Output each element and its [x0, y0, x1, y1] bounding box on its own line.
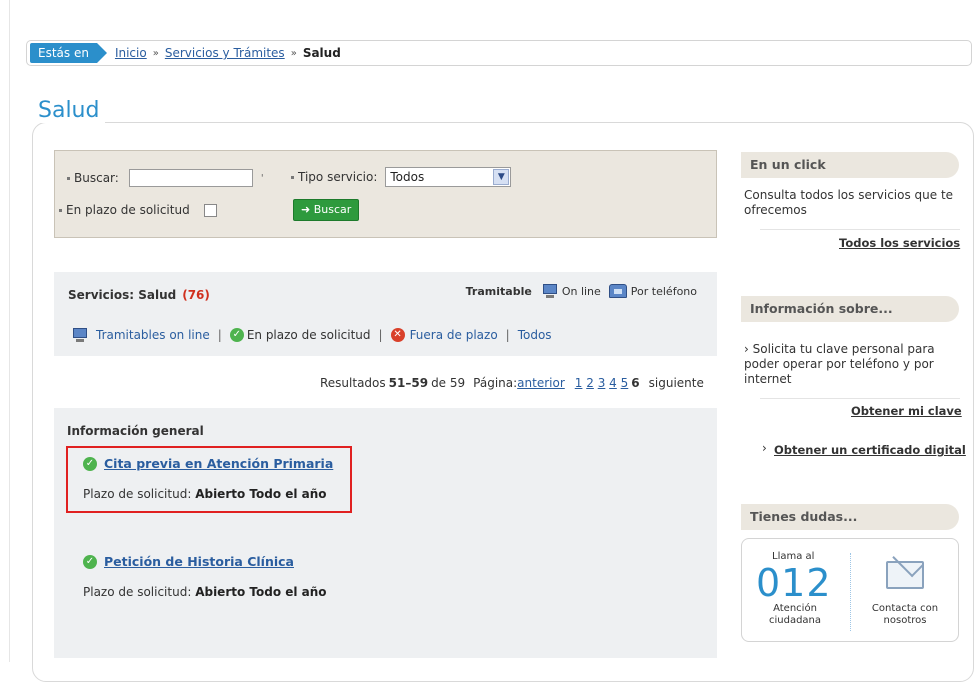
buscar-button[interactable]: ➜ Buscar [293, 199, 360, 221]
breadcrumb-inicio[interactable]: Inicio [115, 46, 147, 60]
contacta-text[interactable]: Contacta con nosotros [866, 603, 944, 627]
breadcrumb-servicios[interactable]: Servicios y Trámites [165, 46, 285, 60]
filter-links: Tramitables on line | ✓ En plazo de soli… [68, 328, 552, 342]
tramitable-label: Tramitable [465, 284, 532, 298]
telefono-label: Por teléfono [630, 284, 697, 298]
service-link[interactable]: Cita previa en Atención Primaria [104, 456, 333, 471]
divider: | [217, 328, 222, 342]
filter-todos-link[interactable]: Todos [518, 328, 552, 342]
results-pagination: Resultados 51–59 de 59 Página: anterior … [320, 376, 704, 390]
online-label: On line [561, 284, 601, 298]
page-link[interactable]: 1 [575, 376, 583, 390]
check-circle-icon: ✓ [229, 328, 244, 342]
breadcrumb-prefix: Estás en [30, 43, 107, 63]
services-count: (76) [182, 288, 210, 302]
plazo-label: Plazo de solicitud: [83, 585, 192, 599]
service-link[interactable]: Petición de Historia Clínica [104, 554, 294, 569]
divider [760, 398, 960, 399]
page-link[interactable]: 5 [621, 376, 629, 390]
services-title: Servicios: Salud (76) [68, 288, 210, 302]
bullet-icon [291, 175, 294, 179]
divider [850, 553, 851, 631]
chevron-down-icon[interactable]: ▼ [493, 169, 510, 185]
filter-en-plazo-link[interactable]: En plazo de solicitud [247, 328, 371, 342]
bullet-icon [59, 208, 62, 212]
page-numbers: 1 2 3 4 5 [575, 376, 629, 390]
check-circle-icon: ✓ [83, 456, 97, 471]
list-item: ✓ Petición de Historia Clínica [83, 554, 294, 569]
divider [760, 229, 960, 230]
page-link[interactable]: 4 [609, 376, 617, 390]
todos-servicios-link[interactable]: Todos los servicios [839, 236, 960, 250]
page-label: Página: [473, 376, 518, 390]
service-plazo: Plazo de solicitud: Abierto Todo el año [83, 487, 327, 501]
results-prefix: Resultados [320, 376, 386, 390]
page-next[interactable]: siguiente [649, 376, 704, 390]
buscar-button-label: Buscar [313, 203, 352, 216]
search-input[interactable] [128, 169, 253, 187]
page-current: 6 [631, 376, 640, 390]
page-prev-link[interactable]: anterior [517, 376, 565, 390]
services-title-text: Servicios: Salud [68, 288, 177, 302]
services-panel: Servicios: Salud (76) Tramitable On line … [54, 272, 717, 356]
obtener-clave-link[interactable]: Obtener mi clave [851, 404, 962, 418]
page-link[interactable]: 2 [586, 376, 594, 390]
buscar-label: Buscar: [74, 171, 119, 185]
informacion-heading: Información sobre... [741, 296, 959, 322]
envelope-icon[interactable] [886, 561, 924, 589]
breadcrumb-separator: » [290, 47, 297, 59]
tramitable-legend: Tramitable On line Por teléfono [466, 284, 697, 298]
computer-icon [542, 284, 558, 298]
results-range: 51–59 [388, 376, 429, 390]
page-title: Salud [36, 98, 106, 123]
check-circle-icon: ✓ [83, 554, 97, 569]
tipo-servicio-value: Todos [390, 170, 425, 184]
informacion-text: › Solicita tu clave personal para poder … [744, 342, 962, 387]
breadcrumb-separator: » [152, 47, 159, 59]
chevron-right-icon: › [762, 441, 767, 455]
service-plazo: Plazo de solicitud: Abierto Todo el año [83, 585, 327, 599]
results-total: de 59 [431, 376, 466, 390]
filter-fuera-link[interactable]: Fuera de plazo [410, 328, 498, 342]
certificado-digital-link[interactable]: Obtener un certificado digital [774, 443, 966, 457]
computer-icon [72, 328, 88, 342]
tipo-servicio-select[interactable]: Todos ▼ [385, 167, 512, 187]
breadcrumb: Estás en Inicio » Servicios y Trámites »… [26, 40, 972, 66]
left-rule [9, 0, 10, 662]
input-marker: ' [260, 172, 264, 184]
breadcrumb-current: Salud [302, 46, 341, 60]
list-item: ✓ Cita previa en Atención Primaria [83, 456, 333, 471]
en-plazo-label: En plazo de solicitud [66, 203, 190, 217]
chevron-right-icon: › [744, 342, 753, 356]
plazo-label: Plazo de solicitud: [83, 487, 192, 501]
x-circle-icon: ✕ [390, 328, 405, 342]
tienes-dudas-heading: Tienes dudas... [741, 504, 959, 530]
atencion-ciudadana-text: Atención ciudadana [768, 603, 822, 626]
informacion-text-body: Solicita tu clave personal para poder op… [744, 342, 935, 386]
plazo-value: Abierto Todo el año [195, 585, 327, 599]
en-plazo-checkbox[interactable] [203, 203, 217, 217]
page-link[interactable]: 3 [598, 376, 606, 390]
bullet-icon [67, 176, 70, 180]
en-un-click-heading: En un click [741, 152, 959, 178]
info-general-title: Información general [67, 424, 204, 438]
divider: | [505, 328, 510, 342]
filter-online-link[interactable]: Tramitables on line [96, 328, 210, 342]
tipo-servicio-label: Tipo servicio: [298, 170, 378, 184]
phone-number-012[interactable]: 012 [756, 561, 832, 605]
help-card: Llama al 012 Atención ciudadana Contacta… [741, 538, 959, 642]
en-un-click-text: Consulta todos los servicios que te ofre… [744, 188, 954, 217]
telephone-icon [608, 284, 627, 298]
info-general-panel: Información general ✓ Cita previa en Ate… [54, 408, 717, 658]
plazo-value: Abierto Todo el año [195, 487, 327, 501]
arrow-right-icon: ➜ [301, 203, 311, 216]
divider: | [378, 328, 383, 342]
search-panel: Buscar: ' Tipo servicio: Todos ▼ En plaz… [54, 150, 717, 238]
